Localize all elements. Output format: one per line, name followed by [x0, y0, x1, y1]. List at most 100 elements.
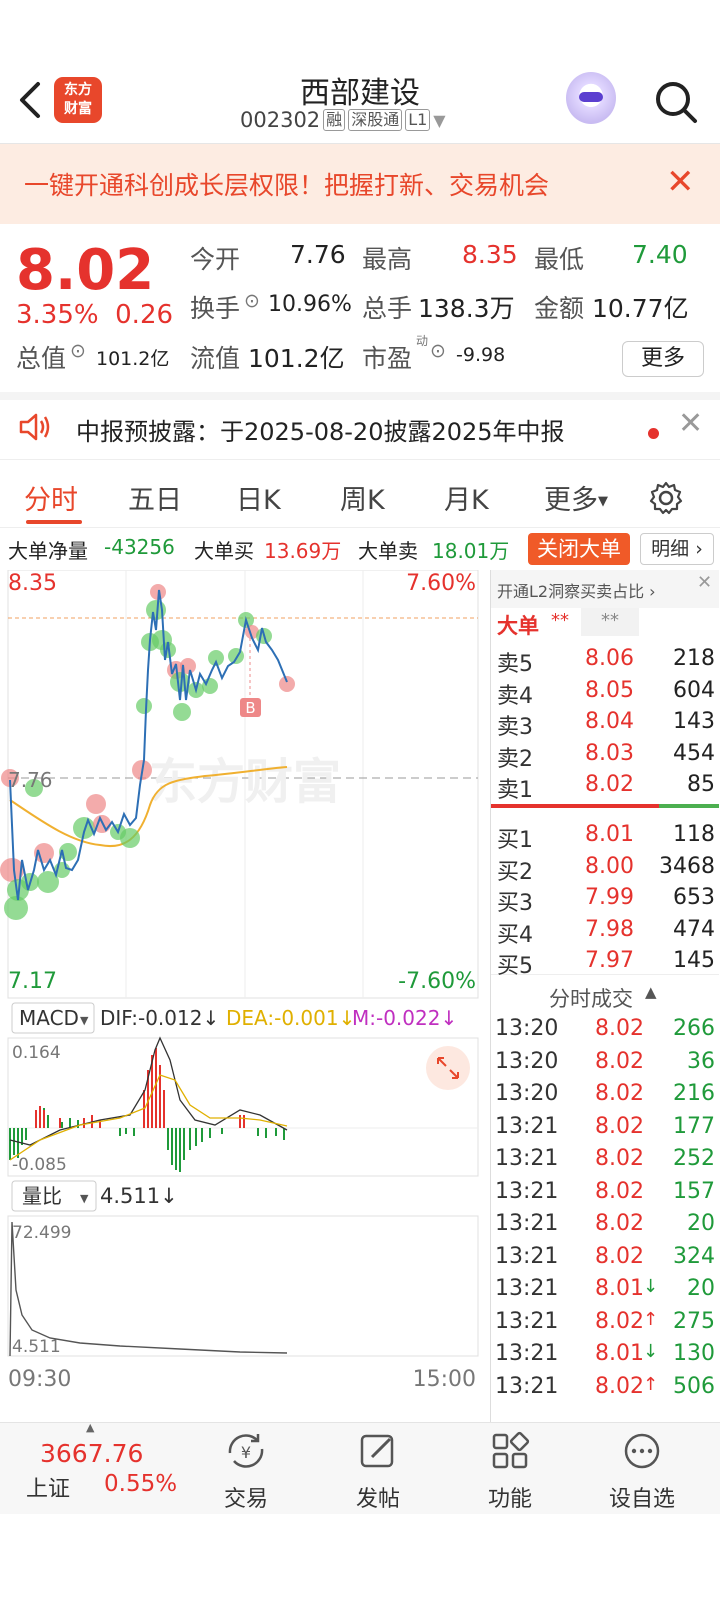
banner-text: 一键开通科创成长层权限！把握打新、交易机会: [24, 171, 550, 200]
intraday-chart[interactable]: 东方财富 B 8.35 7.60% 7.76 7.17 -7.60% MACD …: [0, 570, 490, 1430]
nav-function[interactable]: 功能: [450, 1431, 570, 1513]
ask-row[interactable]: 卖3 8.04 143: [491, 707, 719, 740]
trade-row[interactable]: 13:20 8.02 36: [491, 1047, 719, 1080]
header-bar: 东方 财富 西部建设 002302 融 深股通 L1 ▼: [0, 60, 720, 144]
tab-five-day[interactable]: 五日: [128, 478, 182, 517]
close-icon[interactable]: ✕: [678, 406, 703, 441]
bid-row[interactable]: 买3 7.99 653: [491, 883, 719, 916]
index-value: 3667.76: [40, 1439, 144, 1468]
bid-level: 买3: [497, 891, 533, 916]
svg-text:¥: ¥: [241, 1443, 251, 1462]
tab-daily-k[interactable]: 日K: [236, 478, 281, 517]
search-icon[interactable]: [652, 78, 700, 126]
caret-down-icon: ▼: [80, 1192, 89, 1205]
bid-price: 8.01: [585, 822, 634, 847]
trade-price: 8.02: [595, 1016, 644, 1041]
bid-level: 买1: [497, 828, 533, 853]
trade-row[interactable]: 13:21 8.02 ↑ 506: [491, 1372, 719, 1405]
buy-bubble: [173, 703, 191, 721]
trade-row[interactable]: 13:21 8.02 324: [491, 1242, 719, 1275]
ask-price: 8.04: [585, 709, 634, 734]
ask-level: 卖1: [497, 778, 533, 803]
caret-up-icon: ▲: [645, 983, 657, 1001]
bid-row[interactable]: 买2 8.00 3468: [491, 852, 719, 885]
gear-icon[interactable]: [648, 480, 684, 516]
pe-label: 市盈: [362, 344, 413, 373]
info-icon[interactable]: ⊙: [244, 290, 260, 312]
close-icon[interactable]: ✕: [697, 572, 712, 593]
nav-post[interactable]: 发帖: [318, 1431, 438, 1513]
caret-down-icon: ▼: [80, 1014, 89, 1027]
info-icon[interactable]: ⊙: [70, 340, 86, 362]
ask-row[interactable]: 卖2 8.03 454: [491, 739, 719, 772]
trade-price: 8.02: [595, 1373, 644, 1399]
last-price: 8.02: [16, 238, 155, 303]
ask-level: 卖2: [497, 746, 533, 772]
l2-promo[interactable]: 开通L2洞察买卖占比 › ✕: [491, 570, 719, 608]
trade-row[interactable]: 13:20 8.02 216: [491, 1079, 719, 1112]
trade-time: 13:21: [495, 1276, 559, 1301]
volume-value: 138.3万: [418, 294, 515, 323]
tab-weekly-k[interactable]: 周K: [340, 478, 385, 517]
trade-row[interactable]: 13:21 8.02 ↑ 275: [491, 1307, 719, 1340]
index-name: 上证: [26, 1477, 71, 1502]
trade-price: 8.02: [595, 1113, 644, 1139]
trade-row[interactable]: 13:21 8.02 157: [491, 1177, 719, 1210]
trade-volume: 157: [673, 1178, 715, 1204]
macd-top-label: 0.164: [12, 1043, 61, 1063]
volratio-bottom-label: 4.511: [12, 1337, 61, 1357]
watermark: 东方财富: [149, 754, 341, 810]
trade-row[interactable]: 13:21 8.02 20: [491, 1209, 719, 1242]
tab-more[interactable]: 更多▼: [544, 478, 608, 517]
ask-volume: 85: [687, 772, 715, 797]
more-button[interactable]: 更多: [622, 341, 704, 377]
close-big-order-button[interactable]: 关闭大单: [528, 533, 630, 565]
expand-button[interactable]: [426, 1046, 470, 1090]
buy-bubble: [136, 698, 152, 714]
caret-down-icon[interactable]: ▼: [433, 111, 445, 130]
high-label: 最高: [362, 245, 413, 274]
ask-row[interactable]: 卖4 8.05 604: [491, 676, 719, 709]
macd-plot-frame: [7, 1037, 479, 1177]
chart-tabs: 分时 五日 日K 周K 月K 更多▼: [0, 468, 720, 528]
buy-bubble: [4, 896, 28, 920]
ask-volume: 143: [673, 709, 715, 734]
ask-row[interactable]: 卖5 8.06 218: [491, 644, 719, 677]
bid-row[interactable]: 买5 7.97 145: [491, 946, 719, 979]
masked-value: **: [601, 610, 619, 631]
trade-row[interactable]: 13:20 8.02 266: [491, 1014, 719, 1047]
macd-name: MACD: [19, 1006, 79, 1030]
notice-bar[interactable]: 中报预披露：于2025-08-20披露2025年中报 ✕: [0, 392, 720, 460]
info-icon[interactable]: ⊙: [430, 340, 446, 362]
trade-time: 13:21: [495, 1113, 559, 1139]
bid-row[interactable]: 买4 7.98 474: [491, 915, 719, 948]
trade-row[interactable]: 13:21 8.02 252: [491, 1144, 719, 1177]
ask-row[interactable]: 卖1 8.02 85: [491, 770, 719, 803]
low-price-label: 7.17: [8, 969, 57, 994]
trade-volume: 36: [687, 1048, 715, 1074]
ask-price: 8.03: [585, 740, 634, 766]
index-ticker[interactable]: ▲ 3667.76 上证 0.55%: [0, 1421, 190, 1515]
tab-monthly-k[interactable]: 月K: [444, 478, 489, 517]
trade-row[interactable]: 13:21 8.01 ↓ 20: [491, 1274, 719, 1307]
tab-more-label: 更多: [544, 485, 598, 516]
detail-button[interactable]: 明细 ›: [640, 533, 714, 565]
trade-volume: 20: [687, 1211, 715, 1236]
promo-banner[interactable]: 一键开通科创成长层权限！把握打新、交易机会 ✕: [0, 144, 720, 224]
more-dots-icon: [624, 1433, 660, 1469]
l2-promo-text: 开通L2洞察买卖占比 ›: [497, 582, 656, 601]
robot-assistant-icon[interactable]: [566, 72, 616, 124]
nav-trade[interactable]: ¥ 交易: [186, 1431, 306, 1513]
nav-watchlist[interactable]: 设自选: [582, 1431, 702, 1513]
level-tag[interactable]: L1: [405, 109, 431, 131]
trade-row[interactable]: 13:21 8.01 ↓ 130: [491, 1339, 719, 1372]
ask-level: 卖4: [497, 683, 533, 709]
ask-price: 8.02: [585, 772, 634, 797]
trade-row[interactable]: 13:21 8.02 177: [491, 1112, 719, 1145]
close-icon[interactable]: ✕: [666, 162, 695, 202]
bid-price: 8.00: [585, 853, 634, 879]
masked-value: **: [551, 610, 569, 631]
tab-intraday[interactable]: 分时: [24, 478, 78, 517]
trade-volume: 324: [673, 1243, 715, 1269]
bid-row[interactable]: 买1 8.01 118: [491, 820, 719, 853]
